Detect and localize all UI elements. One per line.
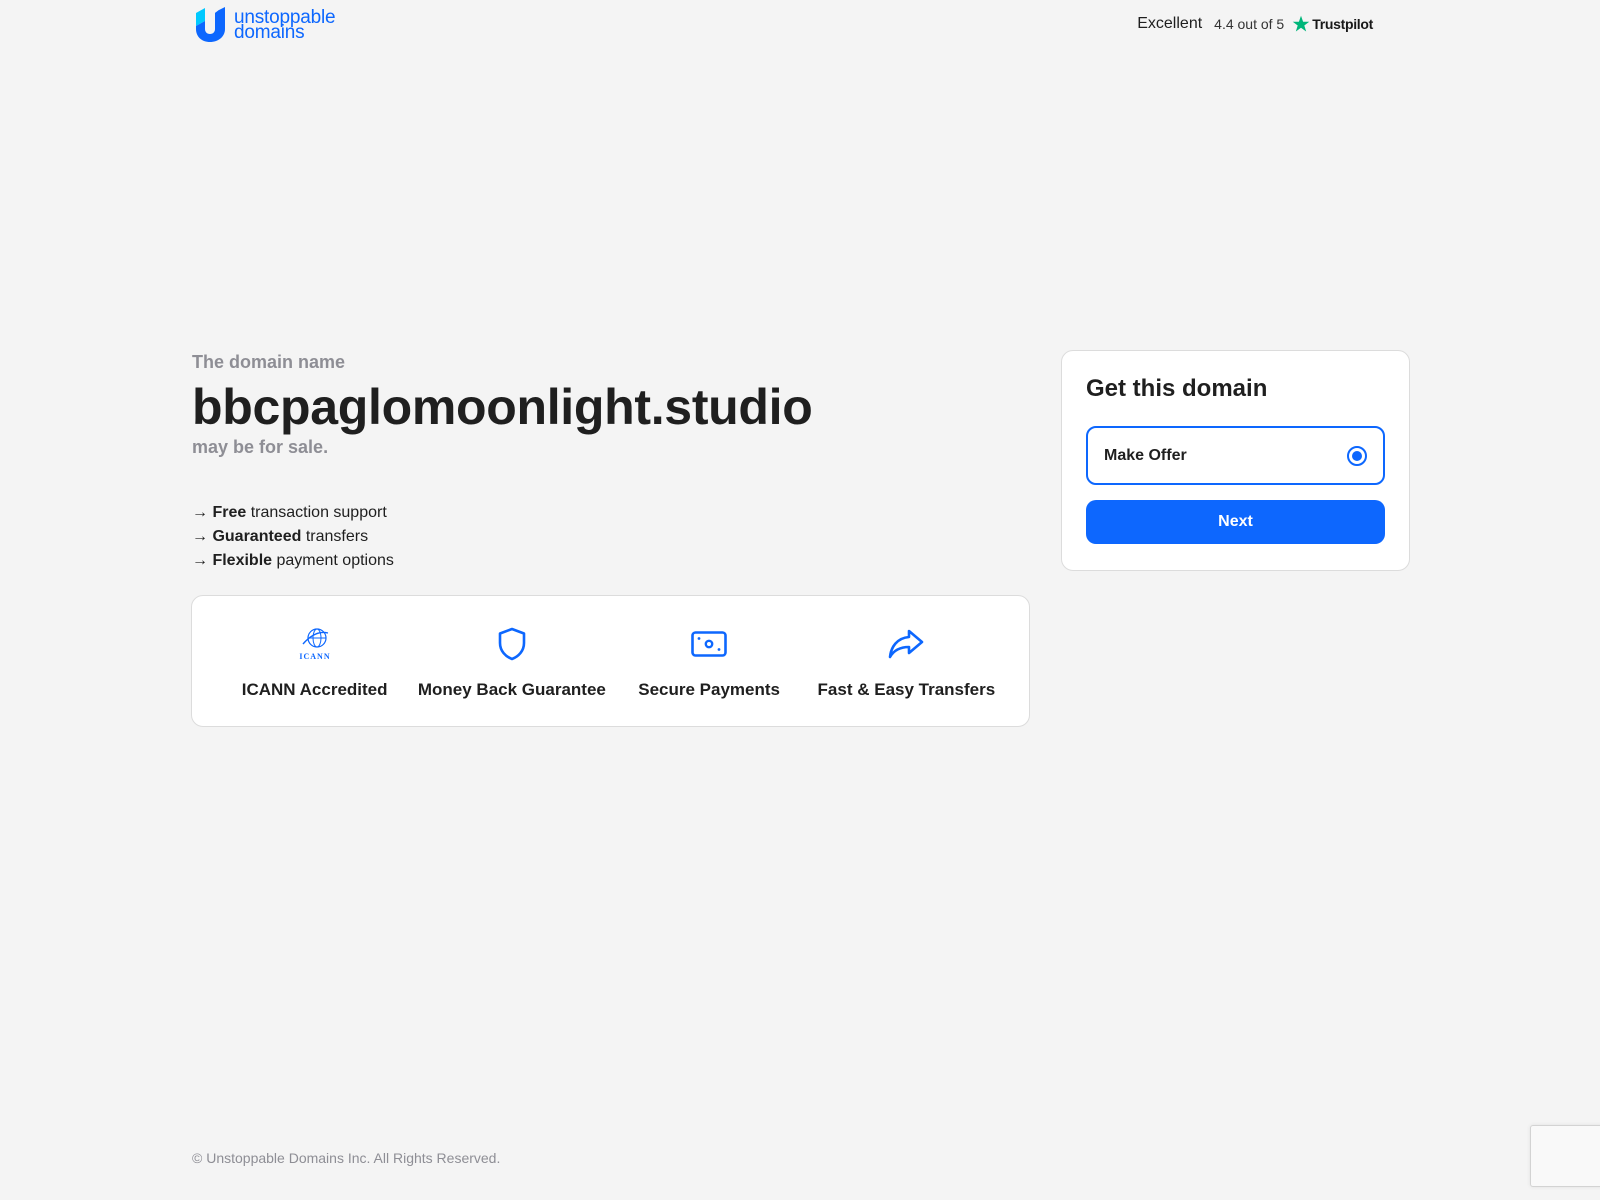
rating-label: Excellent	[1137, 15, 1203, 32]
feature-rest: transfers	[301, 528, 369, 545]
unstoppable-logo-icon	[196, 7, 225, 42]
trust-label: Money Back Guarantee	[417, 680, 606, 699]
make-offer-option[interactable]: Make Offer	[1086, 426, 1385, 485]
feature-item: → Flexible payment options	[192, 549, 394, 573]
trust-item-icann: ICANN ICANN Accredited	[220, 624, 410, 700]
feature-item: → Guaranteed transfers	[192, 525, 394, 549]
feature-item: → Free transaction support	[192, 501, 394, 525]
footer-copyright: © Unstoppable Domains Inc. All Rights Re…	[192, 1150, 501, 1166]
feature-arrow: →	[192, 552, 208, 569]
trustpilot-brand-text: Trustpilot	[1312, 16, 1373, 32]
feature-arrow: →	[192, 504, 208, 521]
recaptcha-badge[interactable]	[1530, 1125, 1600, 1187]
domain-intro: The domain name bbcpaglomoonlight.studio…	[192, 352, 1032, 458]
feature-arrow: →	[192, 528, 208, 545]
feature-rest: payment options	[272, 552, 394, 569]
share-arrow-icon	[886, 624, 926, 664]
trustpilot-brand: Trustpilot	[1292, 15, 1373, 33]
cash-icon	[689, 624, 729, 664]
domain-name: bbcpaglomoonlight.studio	[192, 379, 813, 435]
trust-label: ICANN Accredited	[241, 680, 388, 699]
shield-icon	[492, 624, 532, 664]
intro-suffix: may be for sale.	[192, 437, 329, 457]
get-domain-card: Get this domain Make Offer Next	[1061, 350, 1410, 571]
feature-bold: Flexible	[212, 552, 273, 569]
trustpilot-star-icon	[1292, 15, 1310, 32]
logo-text: unstoppable domains	[234, 8, 336, 42]
card-title: Get this domain	[1086, 375, 1268, 402]
intro-prefix: The domain name	[192, 352, 346, 372]
icann-icon-text: ICANN	[299, 652, 330, 661]
trust-item-secure-payments: Secure Payments	[614, 624, 804, 700]
next-button[interactable]: Next	[1086, 500, 1385, 544]
feature-bold: Guaranteed	[212, 528, 302, 545]
page: unstoppable domains Excellent 4.4 out of…	[0, 0, 1600, 1200]
trustpilot-rating-link[interactable]: Excellent 4.4 out of 5 Trustpilot	[1137, 15, 1373, 33]
feature-bold: Free	[212, 504, 247, 521]
trust-badges: ICANN ICANN Accredited Money Back Guaran…	[191, 595, 1030, 727]
make-offer-radio[interactable]	[1347, 445, 1367, 466]
icann-globe-icon: ICANN	[295, 624, 335, 664]
logo-link[interactable]: unstoppable domains	[192, 7, 336, 43]
trust-item-money-back: Money Back Guarantee	[417, 624, 607, 700]
feature-rest: transaction support	[246, 504, 387, 521]
trust-label: Fast & Easy Transfers	[817, 680, 996, 699]
feature-list: → Free transaction support → Guaranteed …	[192, 501, 394, 573]
trust-label: Secure Payments	[638, 680, 780, 699]
trust-item-transfers: Fast & Easy Transfers	[811, 624, 1001, 700]
make-offer-label: Make Offer	[1104, 446, 1187, 464]
rating-score: 4.4 out of 5	[1214, 16, 1285, 32]
